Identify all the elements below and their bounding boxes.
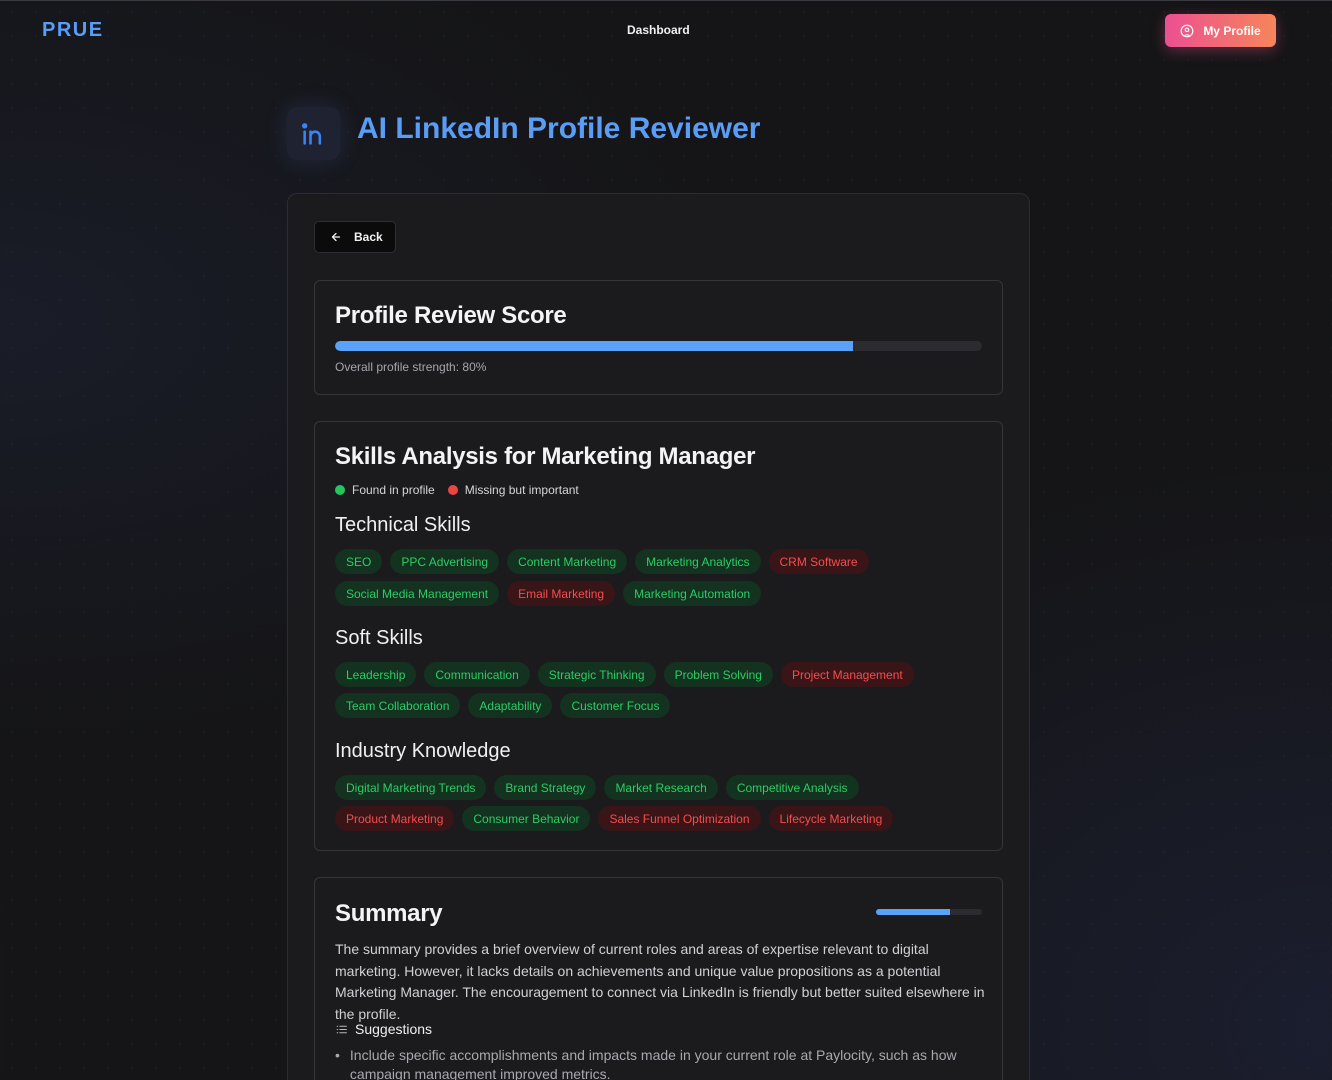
skill-chip-found: Communication [424,662,530,687]
skill-chip-found: Team Collaboration [335,693,461,718]
suggestions-list: • Include specific accomplishments and i… [335,1046,965,1080]
skills-title: Skills Analysis for Marketing Manager [335,443,756,470]
chip-row: Social Media Management Email Marketing Ma… [335,581,762,606]
suggestion-text: Include specific accomplishments and imp… [349,1047,957,1080]
chip-row: SEO PPC Advertising Content Marketing Marke… [335,549,869,574]
section-title-industry: Industry Knowledge [335,740,511,762]
skill-chip-found: Competitive Analysis [725,775,859,800]
skill-chip-found: SEO [335,549,383,574]
list-icon [336,1025,347,1033]
found-dot-icon [335,485,345,495]
skill-chip-missing: Product Marketing [335,806,455,831]
my-profile-label: My Profile [1203,23,1261,38]
summary-score-bar [876,909,982,915]
skill-chip-found: Marketing Automation [623,581,762,606]
profile-score-card: Profile Review Score Overall profile str… [314,280,1003,395]
summary-score-fill [876,909,951,915]
skill-chip-found: Adaptability [468,693,553,718]
bullet-icon: • [335,1047,340,1063]
legend-found-label: Found in profile [352,483,435,497]
page-title: AI LinkedIn Profile Reviewer [357,112,761,145]
summary-text: The summary provides a brief overview of… [335,941,985,1022]
top-nav: PRUE Dashboard My Profile [0,0,1332,62]
skill-chip-found: PPC Advertising [390,549,500,574]
legend-missing-label: Missing but important [464,483,579,497]
skill-chip-found: Digital Marketing Trends [335,775,487,800]
skill-chip-found: Consumer Behavior [462,806,591,831]
skill-chip-found: Content Marketing [507,549,628,574]
skill-chip-found: Customer Focus [560,693,671,718]
section-title-soft: Soft Skills [335,627,423,649]
skill-chip-found: Problem Solving [663,662,773,687]
skill-chip-missing: Lifecycle Marketing [768,806,894,831]
score-progress-bar [335,341,982,351]
skills-legend: Found in profile Missing but important [335,483,579,497]
summary-title: Summary [335,900,443,927]
score-progress-fill [335,341,853,351]
skill-chip-found: Leadership [335,662,417,687]
chip-row: Digital Marketing Trends Brand Strategy Ma… [335,775,859,800]
summary-card: Summary The summary provides a brief ove… [314,877,1003,1080]
nav-link-dashboard[interactable]: Dashboard [627,23,690,37]
missing-dot-icon [447,485,458,495]
linkedin-icon [287,107,340,160]
chip-row: Product Marketing Consumer Behavior Sales … [335,806,894,831]
skills-analysis-card: Skills Analysis for Marketing Manager Fo… [314,421,1003,851]
my-profile-button[interactable]: My Profile [1165,14,1276,47]
score-caption: Overall profile strength: 80% [335,360,487,374]
chip-row: Team Collaboration Adaptability Customer F… [335,693,671,718]
back-button[interactable]: Back [314,221,396,253]
legend-missing: Missing but important [447,483,579,497]
section-title-technical: Technical Skills [335,514,471,536]
skill-chip-missing: CRM Software [768,549,869,574]
skill-chip-found: Brand Strategy [494,775,597,800]
skill-chip-missing: Sales Funnel Optimization [598,806,761,831]
legend-found: Found in profile [335,483,435,497]
arrow-left-icon [331,232,341,242]
skill-chip-found: Social Media Management [335,581,500,606]
suggestions-header: Suggestions [335,1021,432,1037]
list-item: • Include specific accomplishments and i… [335,1046,965,1080]
user-circle-icon [1180,24,1194,37]
suggestions-label: Suggestions [355,1021,433,1037]
skill-chip-found: Marketing Analytics [635,549,761,574]
chip-row: Leadership Communication Strategic Thinkin… [335,662,914,687]
back-label: Back [354,230,383,244]
skill-chip-found: Strategic Thinking [537,662,656,687]
skill-chip-found: Market Research [604,775,718,800]
skill-chip-missing: Email Marketing [507,581,616,606]
score-title: Profile Review Score [335,302,567,329]
brand-logo[interactable]: PRUE [42,19,104,42]
skill-chip-missing: Project Management [780,662,914,687]
